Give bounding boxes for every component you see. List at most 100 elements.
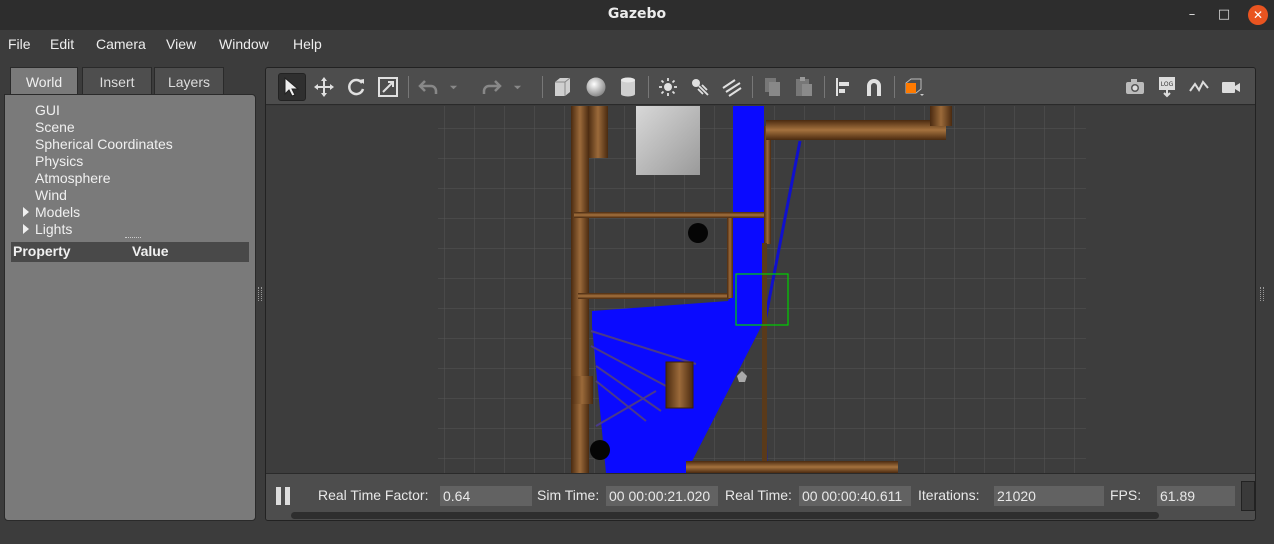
- minimize-button[interactable]: –: [1182, 5, 1202, 25]
- rotate-icon: [348, 78, 365, 96]
- wooden-wall: [571, 106, 589, 473]
- sim-time-label: Sim Time:: [537, 487, 600, 503]
- menu-camera[interactable]: Camera: [96, 36, 146, 52]
- real-time-field: 00 00:00:40.611: [799, 486, 911, 506]
- chevron-down-icon: [449, 85, 457, 89]
- wooden-wall: [766, 120, 946, 140]
- view-angle-button[interactable]: [900, 73, 928, 101]
- copy-icon: [765, 78, 780, 96]
- video-button[interactable]: [1217, 73, 1245, 101]
- tree-item-models[interactable]: Models: [35, 204, 80, 220]
- tree-item-gui[interactable]: GUI: [35, 102, 60, 118]
- world-tree-panel: GUI Scene Spherical Coordinates Physics …: [4, 94, 256, 521]
- point-light-button[interactable]: [654, 73, 682, 101]
- menu-view[interactable]: View: [166, 36, 196, 52]
- log-button[interactable]: LOG: [1153, 73, 1181, 101]
- paste-button[interactable]: [790, 73, 818, 101]
- tree-item-wind[interactable]: Wind: [35, 187, 67, 203]
- toolbar-separator: [752, 76, 753, 98]
- sphere-button[interactable]: [582, 73, 610, 101]
- redo-dropdown[interactable]: [510, 73, 524, 101]
- toolbar-separator: [894, 76, 895, 98]
- chevron-down-icon: [513, 85, 521, 89]
- property-column-header: Property: [13, 243, 71, 259]
- wooden-wall: [588, 106, 608, 158]
- time-panel: Real Time Factor: 0.64 Sim Time: 00 00:0…: [266, 473, 1255, 520]
- resize-grip[interactable]: [125, 237, 141, 240]
- directional-light-button[interactable]: [718, 73, 746, 101]
- toolbar-separator: [824, 76, 825, 98]
- scale-icon: [378, 77, 398, 97]
- screenshot-button[interactable]: [1121, 73, 1149, 101]
- real-time-label: Real Time:: [725, 487, 792, 503]
- cylinder-button[interactable]: [614, 73, 642, 101]
- box-button[interactable]: [548, 73, 576, 101]
- maximize-button[interactable]: □: [1214, 5, 1234, 25]
- sphere-icon: [586, 77, 606, 97]
- tree-item-spherical-coordinates[interactable]: Spherical Coordinates: [35, 136, 173, 152]
- magnet-icon: [867, 79, 881, 96]
- step-button[interactable]: [1241, 481, 1255, 511]
- undo-dropdown[interactable]: [446, 73, 460, 101]
- expand-arrow-icon[interactable]: [23, 207, 29, 217]
- expand-arrow-icon[interactable]: [23, 224, 29, 234]
- iterations-label: Iterations:: [918, 487, 980, 503]
- tree-item-lights[interactable]: Lights: [35, 221, 72, 237]
- wooden-box: [665, 361, 694, 409]
- wooden-wall: [930, 106, 952, 126]
- view-cube-icon: [905, 78, 924, 96]
- tab-layers[interactable]: Layers: [154, 67, 224, 95]
- box-icon: [555, 77, 571, 96]
- spot-light-icon: [692, 79, 709, 96]
- wooden-wall: [762, 243, 767, 473]
- close-button[interactable]: ✕: [1248, 5, 1268, 25]
- fps-label: FPS:: [1110, 487, 1142, 503]
- menu-help[interactable]: Help: [293, 36, 322, 52]
- menu-window[interactable]: Window: [219, 36, 269, 52]
- toolbar: LOG: [266, 68, 1255, 105]
- right-splitter-handle[interactable]: [1260, 287, 1264, 301]
- camera-icon: [1126, 79, 1144, 94]
- plot-button[interactable]: [1185, 73, 1213, 101]
- undo-icon: [418, 80, 438, 94]
- undo-button[interactable]: [414, 73, 442, 101]
- move-arrows-icon: [314, 77, 334, 97]
- tree-item-scene[interactable]: Scene: [35, 119, 75, 135]
- select-mode-button[interactable]: [278, 73, 306, 101]
- value-column-header: Value: [132, 243, 169, 259]
- translate-mode-button[interactable]: [310, 73, 338, 101]
- menu-edit[interactable]: Edit: [50, 36, 74, 52]
- real-time-factor-label: Real Time Factor:: [318, 487, 429, 503]
- black-cylinder: [688, 223, 708, 243]
- rotate-mode-button[interactable]: [342, 73, 370, 101]
- tree-item-physics[interactable]: Physics: [35, 153, 83, 169]
- menu-bar: File Edit Camera View Window Help: [0, 30, 1274, 60]
- wooden-wall: [574, 212, 768, 218]
- scene-render: [438, 106, 1086, 473]
- iterations-field: 21020: [994, 486, 1104, 506]
- plot-icon: [1189, 80, 1209, 92]
- horizontal-scrollbar[interactable]: [291, 512, 1159, 519]
- tab-world[interactable]: World: [10, 67, 78, 95]
- align-button[interactable]: [830, 73, 858, 101]
- log-icon-text: LOG: [1161, 81, 1174, 88]
- wooden-wall: [764, 126, 771, 244]
- render-panel: LOG Real Time Factor: 0.64 Sim Time: 00 …: [265, 67, 1256, 521]
- stone-block: [636, 106, 700, 175]
- copy-button[interactable]: [758, 73, 786, 101]
- pause-button[interactable]: [276, 487, 292, 505]
- pause-icon: [285, 487, 290, 505]
- 3d-viewport[interactable]: [266, 106, 1255, 473]
- video-icon: [1222, 82, 1240, 93]
- redo-icon: [482, 80, 502, 94]
- left-splitter-handle[interactable]: [258, 287, 262, 301]
- snap-button[interactable]: [860, 73, 888, 101]
- redo-button[interactable]: [478, 73, 506, 101]
- tree-item-atmosphere[interactable]: Atmosphere: [35, 170, 110, 186]
- spot-light-button[interactable]: [686, 73, 714, 101]
- property-header: Property Value: [11, 242, 249, 262]
- scale-mode-button[interactable]: [374, 73, 402, 101]
- tab-insert[interactable]: Insert: [82, 67, 152, 95]
- menu-file[interactable]: File: [8, 36, 31, 52]
- left-panel: World Insert Layers GUI Scene Spherical …: [4, 67, 256, 521]
